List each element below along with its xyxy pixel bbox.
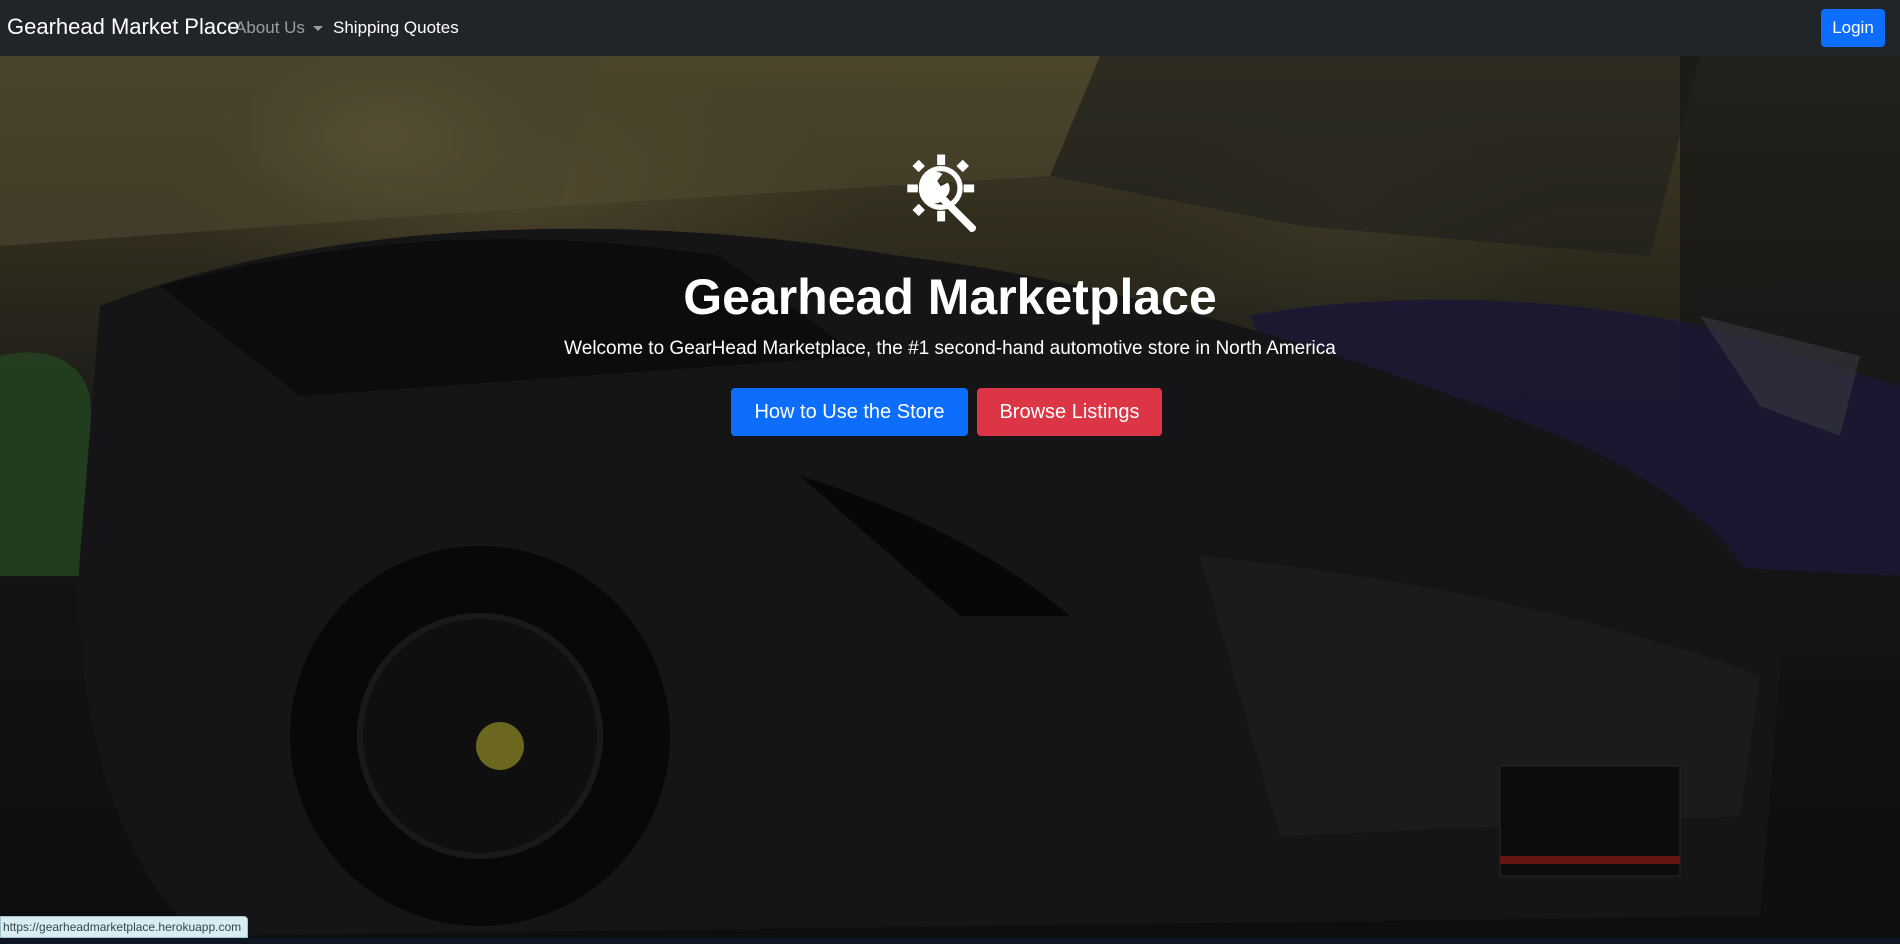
about-us-dropdown[interactable]: About Us bbox=[235, 18, 323, 38]
window-bottom-bar bbox=[0, 938, 1900, 944]
status-bar-url: https://gearheadmarketplace.herokuapp.co… bbox=[0, 916, 249, 938]
gear-wrench-icon bbox=[907, 154, 977, 233]
browse-listings-button[interactable]: Browse Listings bbox=[977, 388, 1162, 436]
top-navbar: Gearhead Market Place About Us Shipping … bbox=[0, 0, 1900, 56]
how-to-use-button[interactable]: How to Use the Store bbox=[731, 388, 968, 436]
login-button[interactable]: Login bbox=[1821, 9, 1885, 47]
hero-subtitle: Welcome to GearHead Marketplace, the #1 … bbox=[564, 338, 1336, 359]
about-us-label: About Us bbox=[235, 18, 305, 37]
hero-title: Gearhead Marketplace bbox=[683, 269, 1217, 325]
hero-banner: Gearhead Marketplace Welcome to GearHead… bbox=[0, 56, 1900, 938]
shipping-quotes-link[interactable]: Shipping Quotes bbox=[333, 18, 459, 38]
brand-link[interactable]: Gearhead Market Place bbox=[7, 14, 239, 40]
caret-down-icon bbox=[312, 25, 323, 31]
